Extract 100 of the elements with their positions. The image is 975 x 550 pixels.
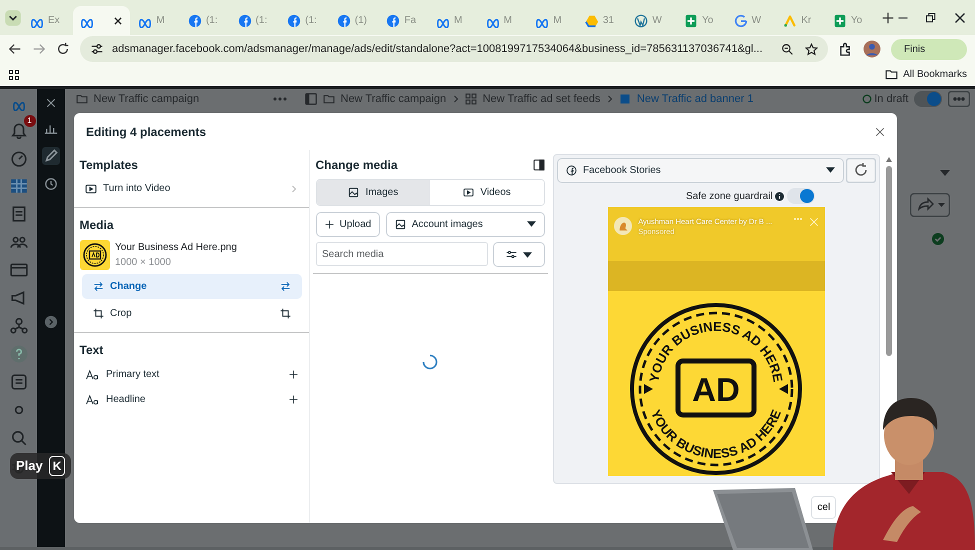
search-icon[interactable] xyxy=(10,429,28,447)
browser-tab[interactable]: M xyxy=(131,6,180,35)
megaphone-icon[interactable] xyxy=(10,289,28,307)
card-icon[interactable] xyxy=(10,261,28,279)
media-type-tab[interactable]: Images xyxy=(316,180,430,205)
tab-list-icon[interactable] xyxy=(4,8,22,26)
extensions-icon[interactable] xyxy=(838,42,853,56)
close-icon[interactable] xyxy=(113,16,124,26)
video-icon xyxy=(85,182,97,195)
browser-tab[interactable]: (1: xyxy=(230,6,280,35)
media-action[interactable]: Change xyxy=(82,274,302,300)
browser-tab[interactable]: Ex xyxy=(23,6,72,35)
close-icon[interactable] xyxy=(954,12,966,24)
campaign-name[interactable]: New Traffic campaign xyxy=(94,90,200,108)
zoom-icon[interactable] xyxy=(781,42,794,56)
forward-icon[interactable] xyxy=(32,42,46,56)
shortcut-key: K xyxy=(48,456,66,476)
table-icon[interactable] xyxy=(10,177,28,195)
apps-icon[interactable] xyxy=(8,68,20,80)
new-tab-icon[interactable] xyxy=(881,10,896,24)
text-field-item[interactable]: Headline xyxy=(74,386,309,412)
share-icon[interactable] xyxy=(910,192,950,216)
browser-tab[interactable]: (1: xyxy=(280,6,329,35)
facebook-icon xyxy=(386,14,400,28)
browser-tab[interactable]: (1) xyxy=(330,6,378,35)
drive-icon xyxy=(584,14,599,28)
chevron-icon xyxy=(452,95,460,103)
clock-icon[interactable] xyxy=(44,177,58,191)
back-icon[interactable] xyxy=(8,42,22,56)
breadcrumb-link[interactable]: New Traffic campaign xyxy=(340,90,446,108)
close-icon[interactable] xyxy=(875,126,885,136)
avatar-icon[interactable] xyxy=(863,40,881,58)
bell-icon[interactable] xyxy=(10,121,28,139)
network-icon[interactable] xyxy=(10,317,28,335)
gauge-icon[interactable] xyxy=(10,149,28,167)
image-icon xyxy=(348,187,360,198)
restore-icon[interactable] xyxy=(925,12,937,24)
folder-icon xyxy=(884,68,898,81)
chevron-icon xyxy=(606,95,614,103)
search-field[interactable]: Search media xyxy=(316,242,488,266)
news-icon[interactable] xyxy=(10,373,28,391)
ads-icon xyxy=(783,14,798,28)
finish-button[interactable]: Finis xyxy=(891,38,967,60)
browser-tab[interactable]: Yo xyxy=(677,6,726,35)
browser-tab[interactable]: M xyxy=(428,6,478,35)
site-settings-icon[interactable] xyxy=(90,42,104,56)
breadcrumb-link[interactable]: New Traffic ad banner 1 xyxy=(636,90,754,108)
plus-icon xyxy=(324,220,334,228)
google-icon xyxy=(734,14,748,28)
image-dimensions: 1000 × 1000 xyxy=(115,256,172,270)
help-icon[interactable] xyxy=(10,345,28,363)
ad-toggle[interactable] xyxy=(914,91,942,107)
facebook-icon xyxy=(287,14,302,28)
browser-tab[interactable]: Fa xyxy=(379,6,428,35)
star-icon[interactable] xyxy=(805,42,818,56)
chevron-icon xyxy=(290,184,298,194)
filter-dropdown[interactable] xyxy=(493,242,545,267)
plus-icon xyxy=(289,394,298,404)
browser-tab[interactable]: W xyxy=(726,6,776,35)
browser-tab[interactable]: W xyxy=(627,6,676,35)
all-bookmarks-link[interactable]: All Bookmarks xyxy=(884,67,967,82)
browser-tab[interactable]: Yo xyxy=(826,6,874,35)
browser-tab[interactable] xyxy=(72,6,130,35)
cancel-button[interactable]: cel xyxy=(811,496,836,519)
close-icon[interactable] xyxy=(45,97,57,109)
folder-icon xyxy=(76,93,88,105)
media-action[interactable]: Crop xyxy=(82,301,302,326)
browser-tab[interactable]: M xyxy=(528,6,577,35)
pages-icon[interactable] xyxy=(10,205,28,223)
source-dropdown[interactable]: Account images xyxy=(386,212,545,236)
triangle-icon xyxy=(779,384,788,394)
browser-tab[interactable]: 31 xyxy=(578,6,626,35)
template-item[interactable]: Turn into Video xyxy=(74,176,309,202)
scrollbar[interactable] xyxy=(884,156,893,356)
section-heading: Text xyxy=(78,342,104,359)
expand-icon[interactable] xyxy=(44,315,58,329)
text-field-item[interactable]: Primary text xyxy=(74,362,309,387)
browser-tab[interactable]: Kr xyxy=(776,6,825,35)
browser-tab[interactable]: (1: xyxy=(180,6,230,35)
text-icon xyxy=(85,394,100,405)
section-heading: Templates xyxy=(78,156,139,174)
facebook-icon xyxy=(188,14,202,28)
facebook-icon xyxy=(336,14,351,28)
caret-icon[interactable] xyxy=(940,170,950,176)
upload-button[interactable]: Upload xyxy=(316,212,380,236)
reload-icon[interactable] xyxy=(56,42,70,56)
refresh-icon[interactable] xyxy=(846,158,876,183)
panel-icon[interactable] xyxy=(532,158,545,170)
info-icon xyxy=(775,192,784,201)
sidebar-icon[interactable] xyxy=(304,92,318,106)
section-heading: Media xyxy=(78,217,115,234)
placement-dropdown[interactable]: Facebook Stories xyxy=(556,158,844,183)
more-icon[interactable] xyxy=(948,91,970,107)
notification-badge: 1 xyxy=(24,115,36,127)
breadcrumb-link[interactable]: New Traffic ad set feeds xyxy=(482,90,600,108)
more-icon[interactable] xyxy=(273,96,287,102)
address-bar[interactable]: adsmanager.facebook.com/adsmanager/manage/ads/edit/standalone?act=1008199717534064&business_id=785631137036741&gl... xyxy=(80,36,828,62)
browser-tab[interactable]: M xyxy=(478,6,528,35)
safe-zone-toggle[interactable] xyxy=(787,188,816,204)
pencil-icon[interactable] xyxy=(42,147,60,165)
